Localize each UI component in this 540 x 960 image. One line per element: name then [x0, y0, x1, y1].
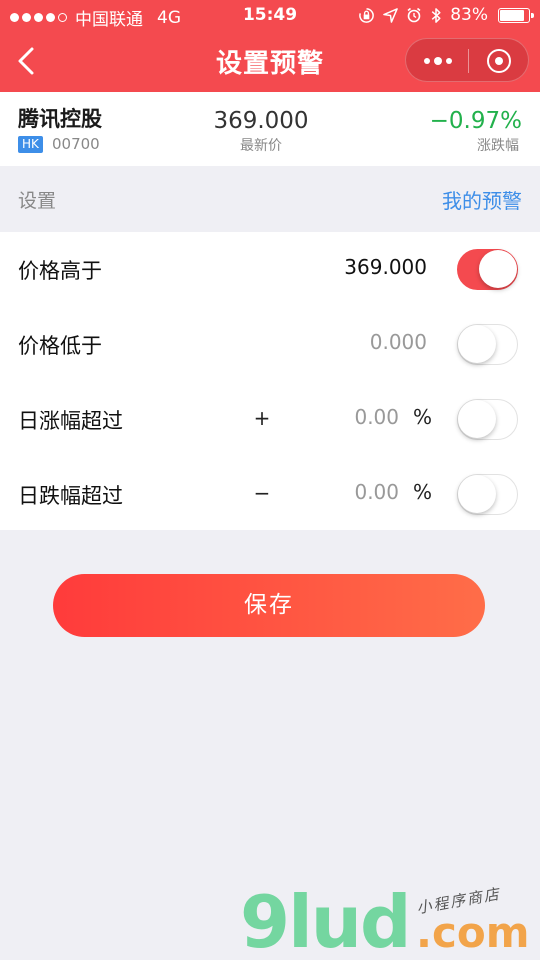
- miniprogram-capsule: [405, 38, 529, 82]
- alert-row-daily-fall: 日跌幅超过 − %: [0, 457, 540, 532]
- stock-name: 腾讯控股: [18, 107, 102, 131]
- price-change: −0.97%: [429, 108, 522, 134]
- watermark-domain: .com: [416, 908, 530, 957]
- more-dot-icon: [446, 58, 452, 64]
- percent-unit: %: [413, 405, 433, 429]
- alert-label: 价格低于: [18, 334, 102, 358]
- daily-rise-input[interactable]: [259, 405, 399, 429]
- more-button[interactable]: [406, 39, 468, 83]
- percent-unit: %: [413, 480, 433, 504]
- my-alerts-link[interactable]: 我的预警: [442, 185, 522, 214]
- navigation-bar: 设置预警: [0, 30, 540, 92]
- alert-settings-list: 价格高于 价格低于 日涨幅超过 + % 日跌幅超过 − %: [0, 232, 540, 530]
- price-below-toggle[interactable]: [457, 324, 518, 365]
- section-header: 设置 我的预警: [0, 166, 540, 232]
- location-icon: [383, 7, 399, 23]
- alert-label: 价格高于: [18, 259, 102, 283]
- price-above-toggle[interactable]: [457, 249, 518, 290]
- more-dot-icon: [424, 58, 430, 64]
- rotation-lock-icon: [359, 7, 375, 23]
- alert-label: 日涨幅超过: [18, 409, 123, 433]
- price-above-input[interactable]: [287, 255, 427, 279]
- watermark-logo: 9lud 小程序商店 .com: [240, 880, 540, 960]
- more-dot-icon: [434, 57, 442, 65]
- watermark-brand: 9lud: [240, 880, 412, 960]
- section-label: 设置: [18, 190, 57, 212]
- daily-fall-input[interactable]: [259, 480, 399, 504]
- bluetooth-icon: [431, 7, 441, 23]
- status-bar: 中国联通 4G 15:49 83%: [0, 0, 540, 30]
- alarm-icon: [407, 7, 421, 23]
- latest-price: 369.000: [213, 108, 309, 134]
- alert-row-daily-rise: 日涨幅超过 + %: [0, 382, 540, 457]
- status-right: 83%: [358, 5, 534, 25]
- daily-rise-toggle[interactable]: [457, 399, 518, 440]
- price-change-label: 涨跌幅: [477, 138, 519, 154]
- close-miniprogram-button[interactable]: [469, 39, 530, 83]
- price-below-input[interactable]: [287, 330, 427, 354]
- daily-fall-toggle[interactable]: [457, 474, 518, 515]
- save-button[interactable]: 保存: [53, 574, 485, 637]
- alert-label: 日跌幅超过: [18, 484, 123, 508]
- stock-code: 00700: [52, 135, 100, 153]
- battery-icon: [498, 7, 534, 23]
- battery-percent: 83%: [450, 5, 488, 25]
- market-badge: HK: [18, 136, 43, 153]
- alert-row-price-above: 价格高于: [0, 232, 540, 307]
- alert-row-price-below: 价格低于: [0, 307, 540, 382]
- stock-info: 腾讯控股 HK 00700 369.000 最新价 −0.97% 涨跌幅: [0, 92, 540, 166]
- latest-price-label: 最新价: [240, 138, 282, 154]
